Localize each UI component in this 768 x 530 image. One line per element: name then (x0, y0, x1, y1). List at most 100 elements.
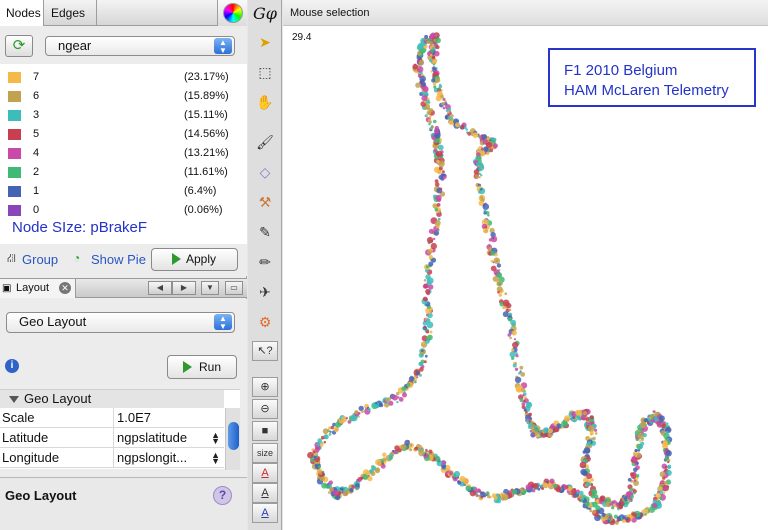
track-node[interactable] (568, 491, 572, 495)
track-node[interactable] (519, 398, 524, 403)
size-icon[interactable]: size (252, 443, 278, 463)
track-node[interactable] (508, 308, 512, 312)
brush-icon[interactable]: 🖌 (252, 131, 278, 153)
track-node[interactable] (653, 410, 656, 414)
property-row[interactable]: Latitude ngpslatitude ▲ ▼ (0, 428, 224, 448)
track-node[interactable] (421, 349, 424, 353)
track-node[interactable] (511, 356, 515, 360)
track-node[interactable] (438, 91, 442, 96)
group-link[interactable]: Group (22, 252, 58, 267)
track-node[interactable] (434, 37, 441, 44)
track-node[interactable] (662, 441, 668, 447)
track-node[interactable] (419, 367, 424, 372)
track-node[interactable] (662, 486, 667, 491)
track-node[interactable] (429, 108, 434, 113)
track-node[interactable] (591, 501, 598, 508)
track-node[interactable] (388, 400, 394, 406)
track-node[interactable] (375, 459, 382, 466)
track-node[interactable] (482, 204, 486, 207)
track-node[interactable] (540, 484, 544, 488)
track-node[interactable] (527, 402, 531, 407)
track-node[interactable] (519, 365, 524, 370)
track-node[interactable] (532, 433, 535, 437)
track-node[interactable] (611, 506, 615, 510)
track-node[interactable] (659, 496, 663, 500)
track-node[interactable] (477, 133, 480, 136)
track-node[interactable] (486, 151, 490, 156)
track-node[interactable] (594, 432, 598, 435)
track-node[interactable] (480, 188, 483, 191)
track-node[interactable] (430, 242, 437, 250)
next-panel-button[interactable]: ▶ (172, 281, 196, 295)
track-node[interactable] (425, 274, 431, 280)
legend-item[interactable]: 5 (14.56%) (0, 125, 247, 144)
track-node[interactable] (477, 489, 482, 493)
track-node[interactable] (586, 420, 590, 423)
track-node[interactable] (620, 501, 625, 506)
run-button[interactable]: Run (167, 355, 237, 379)
track-node[interactable] (585, 481, 591, 487)
refresh-button[interactable]: ⟳ (5, 35, 33, 57)
panel-menu-button[interactable]: ▼ (201, 281, 219, 295)
track-node[interactable] (667, 466, 671, 469)
track-node[interactable] (433, 237, 436, 241)
track-node[interactable] (432, 52, 436, 55)
track-node[interactable] (428, 122, 431, 126)
track-node[interactable] (422, 342, 425, 345)
track-node[interactable] (433, 63, 436, 66)
track-node[interactable] (633, 491, 636, 495)
track-node[interactable] (316, 442, 321, 447)
track-node[interactable] (513, 362, 516, 365)
track-node[interactable] (345, 417, 348, 420)
track-node[interactable] (589, 432, 593, 436)
track-node[interactable] (398, 397, 404, 402)
track-node[interactable] (413, 380, 417, 384)
painter-icon[interactable]: ⚒ (252, 191, 278, 213)
track-node[interactable] (487, 136, 490, 139)
track-node[interactable] (436, 150, 443, 158)
track-node[interactable] (417, 74, 422, 78)
show-pie-link[interactable]: Show Pie (91, 252, 146, 267)
help-cursor-icon[interactable]: ↖? (252, 341, 278, 361)
track-node[interactable] (434, 144, 439, 149)
drag-hand-icon[interactable]: ✋ (252, 91, 278, 113)
track-node[interactable] (514, 367, 519, 371)
track-node[interactable] (431, 55, 436, 60)
track-node[interactable] (427, 38, 431, 42)
track-node[interactable] (382, 452, 387, 457)
close-icon[interactable]: ✕ (59, 282, 71, 294)
track-node[interactable] (644, 418, 648, 422)
track-node[interactable] (360, 410, 364, 413)
property-value[interactable]: ngpslongit... (117, 448, 221, 468)
track-node[interactable] (423, 326, 427, 329)
track-node[interactable] (546, 433, 549, 436)
minimize-panel-button[interactable]: ▭ (225, 281, 243, 295)
track-node[interactable] (402, 392, 407, 398)
track-node[interactable] (432, 82, 437, 86)
track-node[interactable] (307, 451, 314, 459)
partition-select[interactable]: ngear ▲ ▼ (45, 36, 235, 56)
legend-item[interactable]: 2 (11.61%) (0, 163, 247, 182)
track-node[interactable] (427, 118, 431, 122)
legend-swatch[interactable] (8, 91, 21, 102)
track-node[interactable] (485, 491, 488, 494)
track-node[interactable] (441, 102, 445, 106)
track-node[interactable] (439, 187, 443, 191)
track-node[interactable] (435, 45, 440, 50)
property-row[interactable]: Scale 1.0E7 (0, 408, 224, 428)
track-node[interactable] (360, 476, 364, 480)
track-node[interactable] (601, 518, 604, 521)
track-node[interactable] (423, 360, 427, 364)
track-node[interactable] (496, 286, 503, 293)
arrow-select-icon[interactable]: ➤ (252, 31, 278, 53)
track-node[interactable] (357, 412, 361, 415)
track-node[interactable] (491, 493, 497, 498)
track-node[interactable] (562, 485, 565, 488)
track-node[interactable] (502, 311, 509, 318)
track-node[interactable] (513, 338, 517, 341)
properties-section-header[interactable]: Geo Layout (0, 390, 224, 408)
property-value[interactable]: 1.0E7 (117, 408, 221, 428)
track-node[interactable] (474, 174, 479, 179)
track-node[interactable] (367, 408, 371, 412)
track-node[interactable] (526, 419, 529, 422)
